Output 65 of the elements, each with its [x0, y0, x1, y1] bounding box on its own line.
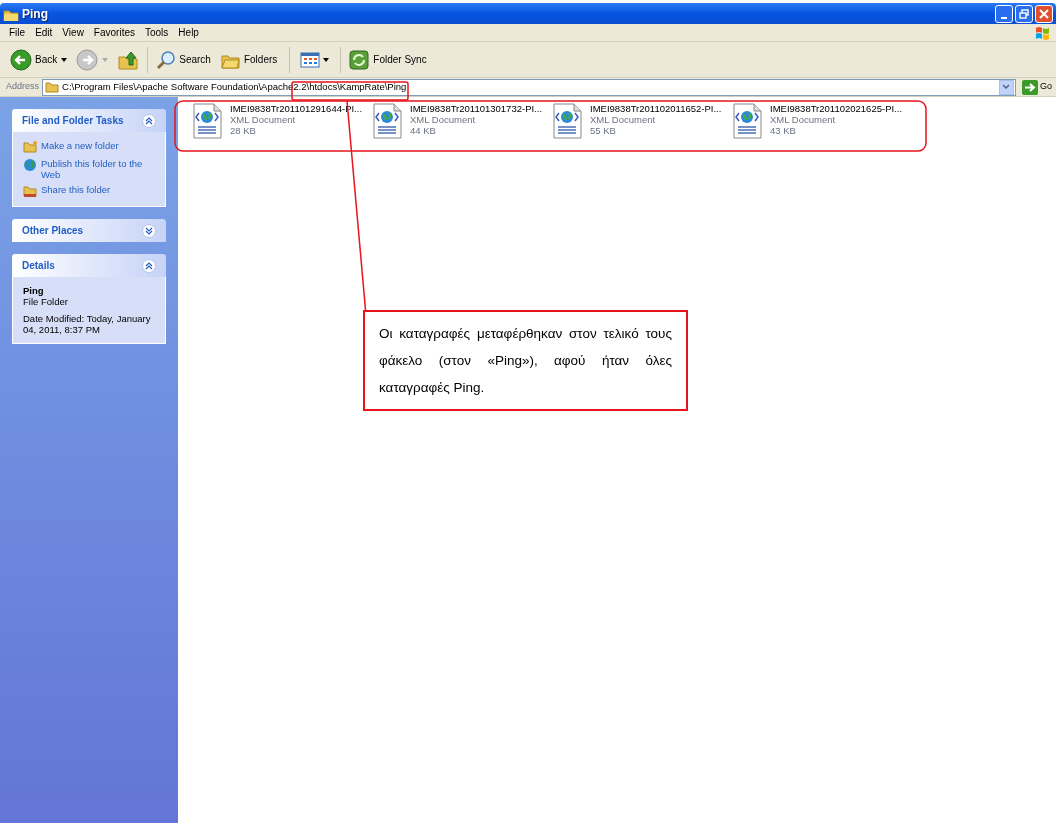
search-icon: [156, 49, 177, 70]
go-button[interactable]: Go: [1022, 79, 1052, 95]
views-icon: [300, 50, 321, 69]
file-name[interactable]: IMEI9838Tr201101301732-PI...: [410, 103, 543, 114]
task-link[interactable]: Make a new folder: [41, 140, 119, 151]
file-size: 43 KB: [770, 125, 797, 136]
file-type: XML Document: [590, 114, 657, 125]
go-arrow-icon: [1022, 79, 1038, 95]
folders-button[interactable]: Folders: [220, 50, 278, 69]
caret-icon: [60, 56, 69, 63]
file-name[interactable]: IMEI9838Tr201102011652-PI...: [590, 103, 722, 114]
chevron-button[interactable]: [142, 223, 156, 238]
back-button[interactable]: Back: [10, 48, 69, 71]
date-modified: Date Modified: Today, January 04, 2011, 8:37 PM: [23, 313, 152, 335]
xml-file-icon: [550, 103, 584, 139]
file-type: XML Document: [770, 114, 837, 125]
close-icon: [1039, 8, 1049, 19]
shared-folder-icon: [23, 184, 37, 198]
globe-icon: [23, 158, 37, 172]
menu-item[interactable]: File: [4, 25, 31, 40]
double-chevron-down-icon: [145, 226, 153, 235]
minimize-button[interactable]: [995, 4, 1013, 23]
folder-star-icon: [23, 140, 37, 154]
views-button[interactable]: [300, 50, 331, 69]
address-label: Address: [6, 80, 40, 94]
restore-icon: [1019, 8, 1029, 19]
sync-icon: [349, 49, 370, 70]
search-button[interactable]: Search: [156, 49, 211, 70]
xml-file-icon: [730, 103, 764, 139]
panel-header[interactable]: Details: [12, 254, 166, 277]
file-type: XML Document: [410, 114, 477, 125]
panel-header[interactable]: File and Folder Tasks: [12, 109, 166, 132]
menu-item[interactable]: Tools: [140, 25, 174, 40]
file-type: XML Document: [230, 114, 297, 125]
menu-item[interactable]: Favorites: [88, 25, 140, 40]
panel-header[interactable]: Other Places: [12, 219, 166, 242]
chevron-button[interactable]: [142, 113, 156, 128]
windows-logo-icon: [1034, 24, 1052, 41]
file-size: 28 KB: [230, 125, 257, 136]
file-size: 44 KB: [410, 125, 437, 136]
chevron-down-icon: [1002, 84, 1011, 90]
file-size: 55 KB: [590, 125, 617, 136]
close-button[interactable]: [1035, 4, 1053, 23]
file-name[interactable]: IMEI9838Tr201102021625-PI...: [770, 103, 903, 114]
double-chevron-up-icon: [145, 261, 153, 270]
menu-item[interactable]: View: [57, 25, 89, 40]
menu-item[interactable]: Edit: [30, 25, 58, 40]
dropdown-button[interactable]: [999, 79, 1014, 95]
task-link[interactable]: Publish this folder to the Web: [41, 158, 155, 180]
forward-button[interactable]: [76, 48, 110, 71]
xml-file-icon: [190, 103, 224, 139]
annotation-callout: Οι καταγραφές μεταφέρθηκαν στον τελικό τους φάκελο (στον «Ping»), αφού ήταν όλες καταγραφές Ping.: [363, 310, 688, 411]
folder-icon: [45, 81, 60, 93]
folder-type: File Folder: [23, 296, 69, 307]
window-title: Ping: [22, 5, 48, 23]
folder-sync-button[interactable]: Folder Sync: [349, 49, 427, 70]
menu-item[interactable]: Help: [173, 25, 204, 40]
caret-icon: [322, 56, 331, 63]
xml-file-icon: [370, 103, 404, 139]
caret-icon: [101, 56, 110, 63]
chevron-button[interactable]: [142, 258, 156, 273]
restore-button[interactable]: [1015, 4, 1033, 23]
task-link[interactable]: Share this folder: [41, 184, 111, 195]
double-chevron-up-icon: [145, 116, 153, 125]
folder-name: Ping: [23, 285, 45, 296]
